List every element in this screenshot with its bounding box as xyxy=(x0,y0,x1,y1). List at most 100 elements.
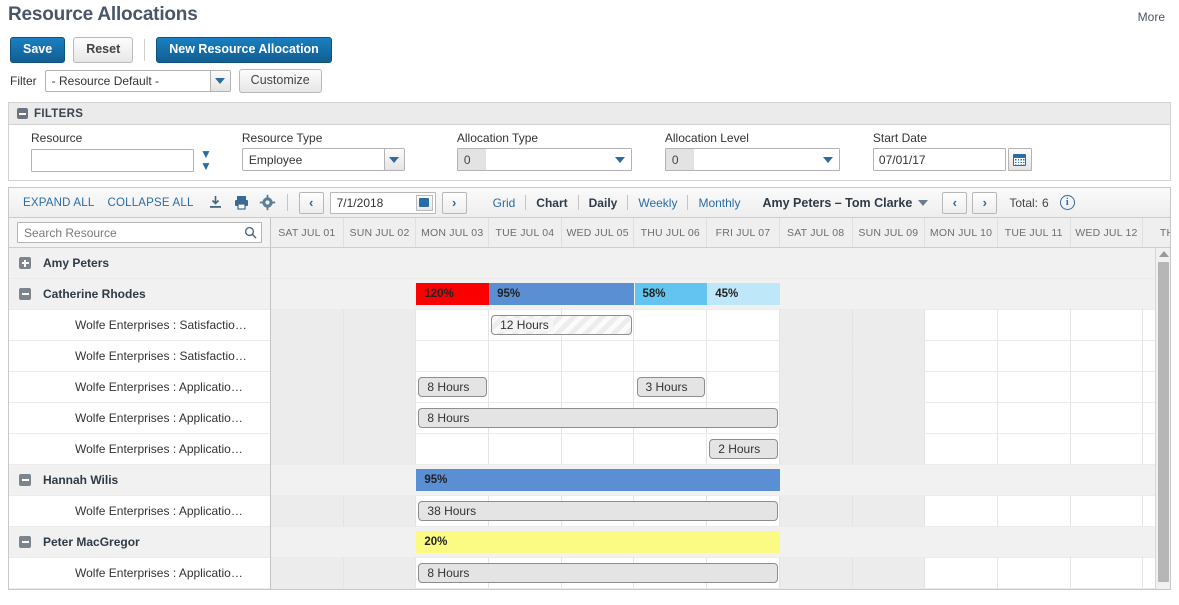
filter-field-label: Allocation Level xyxy=(664,131,749,145)
gantt-header-row: Search Resource SAT JUL 01 SUN JUL 02 MON … xyxy=(9,218,1170,248)
more-link[interactable]: More xyxy=(1138,10,1165,24)
gantt-date-input[interactable]: 7/1/2018 xyxy=(329,191,436,214)
date-header-strip: SAT JUL 01 SUN JUL 02 MON JUL 03 TUE JUL 04… xyxy=(271,218,1170,247)
date-column-header: THU JU xyxy=(1143,218,1170,247)
vertical-scrollbar[interactable] xyxy=(1155,248,1170,589)
action-button-row: Save Reset New Resource Allocation xyxy=(0,34,1179,66)
resource-allocations-page: Resource Allocations More Save Reset New… xyxy=(0,0,1179,605)
allocation-row[interactable]: Wolfe Enterprises : Applicatio… xyxy=(9,496,270,527)
allocation-percent-bar[interactable]: 95% xyxy=(416,469,780,491)
allocation-row[interactable]: Wolfe Enterprises : Applicatio… xyxy=(9,558,270,589)
resource-row[interactable]: Amy Peters xyxy=(9,248,270,279)
info-icon[interactable]: i xyxy=(1059,195,1075,210)
allocation-hours-bar[interactable]: 8 Hours xyxy=(418,408,778,428)
date-column-header: THU JUL 06 xyxy=(634,218,708,247)
prev-resource-page-button[interactable]: ‹ xyxy=(942,191,968,214)
expand-all-link[interactable]: EXPAND ALL xyxy=(23,197,94,209)
gantt-container: EXPAND ALL COLLAPSE ALL ‹ 7/1/2018 › Gri… xyxy=(8,187,1171,590)
gantt-row: 120% 95% 58% 45% xyxy=(271,279,1170,310)
allocation-hours-bar[interactable]: 12 Hours xyxy=(491,315,633,335)
filter-label: Filter xyxy=(10,74,37,88)
view-tab-grid[interactable]: Grid xyxy=(493,196,516,210)
view-tab-chart[interactable]: Chart xyxy=(536,196,567,210)
collapse-icon[interactable] xyxy=(19,474,31,486)
date-column-header: SUN JUL 09 xyxy=(853,218,926,247)
gear-icon[interactable] xyxy=(259,194,276,211)
bar-label: 8 Hours xyxy=(427,566,470,580)
print-icon[interactable] xyxy=(233,194,250,211)
next-resource-page-button[interactable]: › xyxy=(972,191,998,214)
resource-row[interactable]: Hannah Wilis xyxy=(9,465,270,496)
allocation-row[interactable]: Wolfe Enterprises : Satisfactio… xyxy=(9,341,270,372)
allocation-row[interactable]: Wolfe Enterprises : Applicatio… xyxy=(9,403,270,434)
title-bar: Resource Allocations More xyxy=(0,0,1179,34)
allocation-hours-bar[interactable]: 2 Hours xyxy=(709,439,778,459)
gantt-row: 20% xyxy=(271,527,1170,558)
expand-icon[interactable] xyxy=(19,257,31,269)
filter-field-label: Allocation Type xyxy=(456,131,539,145)
row-label: Wolfe Enterprises : Satisfactio… xyxy=(75,318,247,332)
filter-select-value: - Resource Default - xyxy=(51,74,160,88)
allocation-percent-bar[interactable]: 95% xyxy=(489,283,635,305)
allocation-row[interactable]: Wolfe Enterprises : Applicatio… xyxy=(9,372,270,403)
chevron-down-icon[interactable] xyxy=(918,199,929,206)
row-label: Catherine Rhodes xyxy=(43,287,146,301)
filters-panel: FILTERS Resource ▼ ▼ Resource Type Employ… xyxy=(8,102,1171,181)
double-chevron-down-icon[interactable]: ▼ ▼ xyxy=(200,148,212,172)
search-icon[interactable] xyxy=(244,226,257,239)
save-button[interactable]: Save xyxy=(10,37,66,63)
allocation-percent-bar[interactable]: 45% xyxy=(707,283,780,305)
resource-row[interactable]: Peter MacGregor xyxy=(9,527,270,558)
collapse-all-link[interactable]: COLLAPSE ALL xyxy=(107,197,193,209)
filters-panel-body: Resource ▼ ▼ Resource Type Employee Alloc… xyxy=(9,125,1170,180)
date-column-header: WED JUL 05 xyxy=(562,218,635,247)
resource-type-select[interactable]: Employee xyxy=(241,148,405,171)
period-tab-monthly[interactable]: Monthly xyxy=(698,196,740,210)
allocation-hours-bar[interactable]: 38 Hours xyxy=(418,501,778,521)
filter-select[interactable]: - Resource Default - xyxy=(44,70,231,92)
allocation-row[interactable]: Wolfe Enterprises : Satisfactio… xyxy=(9,310,270,341)
chevron-down-icon[interactable] xyxy=(209,71,230,91)
date-column-header: MON JUL 03 xyxy=(416,218,490,247)
allocation-percent-bar[interactable]: 58% xyxy=(634,283,708,305)
collapse-icon[interactable] xyxy=(17,108,28,119)
new-resource-allocation-button[interactable]: New Resource Allocation xyxy=(156,37,332,63)
download-icon[interactable] xyxy=(207,194,224,211)
allocation-hours-bar[interactable]: 8 Hours xyxy=(418,563,778,583)
prev-period-button[interactable]: ‹ xyxy=(298,191,324,214)
allocation-type-count: 0 xyxy=(457,149,486,170)
scrollbar-thumb[interactable] xyxy=(1158,262,1169,582)
allocation-level-select[interactable]: 0 xyxy=(664,148,840,171)
filters-panel-header[interactable]: FILTERS xyxy=(9,103,1170,125)
chevron-down-icon[interactable] xyxy=(383,149,404,170)
allocation-type-select[interactable]: 0 xyxy=(456,148,632,171)
bar-label: 8 Hours xyxy=(427,380,470,394)
date-column-header: SUN JUL 02 xyxy=(344,218,417,247)
next-period-button[interactable]: › xyxy=(441,191,467,214)
allocation-hours-bar[interactable]: 3 Hours xyxy=(636,377,706,397)
chevron-down-icon[interactable] xyxy=(609,149,631,170)
allocation-row[interactable]: Wolfe Enterprises : Applicatio… xyxy=(9,434,270,465)
calendar-icon[interactable] xyxy=(415,194,433,211)
allocation-percent-bar[interactable]: 20% xyxy=(416,531,780,553)
gantt-row: 2 Hours xyxy=(271,434,1170,465)
collapse-icon[interactable] xyxy=(19,288,31,300)
scroll-up-arrow-icon[interactable] xyxy=(1159,251,1169,257)
period-tab-daily[interactable]: Daily xyxy=(589,196,618,210)
gantt-row: 38 Hours xyxy=(271,496,1170,527)
chevron-down-icon[interactable] xyxy=(817,149,839,170)
start-date-input[interactable]: 07/01/17 xyxy=(872,148,1006,171)
allocation-hours-bar[interactable]: 8 Hours xyxy=(418,377,488,397)
period-tab-weekly[interactable]: Weekly xyxy=(638,196,677,210)
resource-row[interactable]: Catherine Rhodes xyxy=(9,279,270,310)
row-label: Wolfe Enterprises : Applicatio… xyxy=(75,380,243,394)
resource-input[interactable] xyxy=(31,148,194,172)
button-divider xyxy=(144,39,146,61)
customize-button[interactable]: Customize xyxy=(238,69,322,93)
calendar-icon[interactable] xyxy=(1007,148,1032,171)
filters-panel-title: FILTERS xyxy=(34,107,84,120)
reset-button[interactable]: Reset xyxy=(73,37,134,63)
collapse-icon[interactable] xyxy=(19,536,31,548)
allocation-percent-bar[interactable]: 120% xyxy=(416,283,490,305)
search-input[interactable]: Search Resource xyxy=(17,222,262,243)
